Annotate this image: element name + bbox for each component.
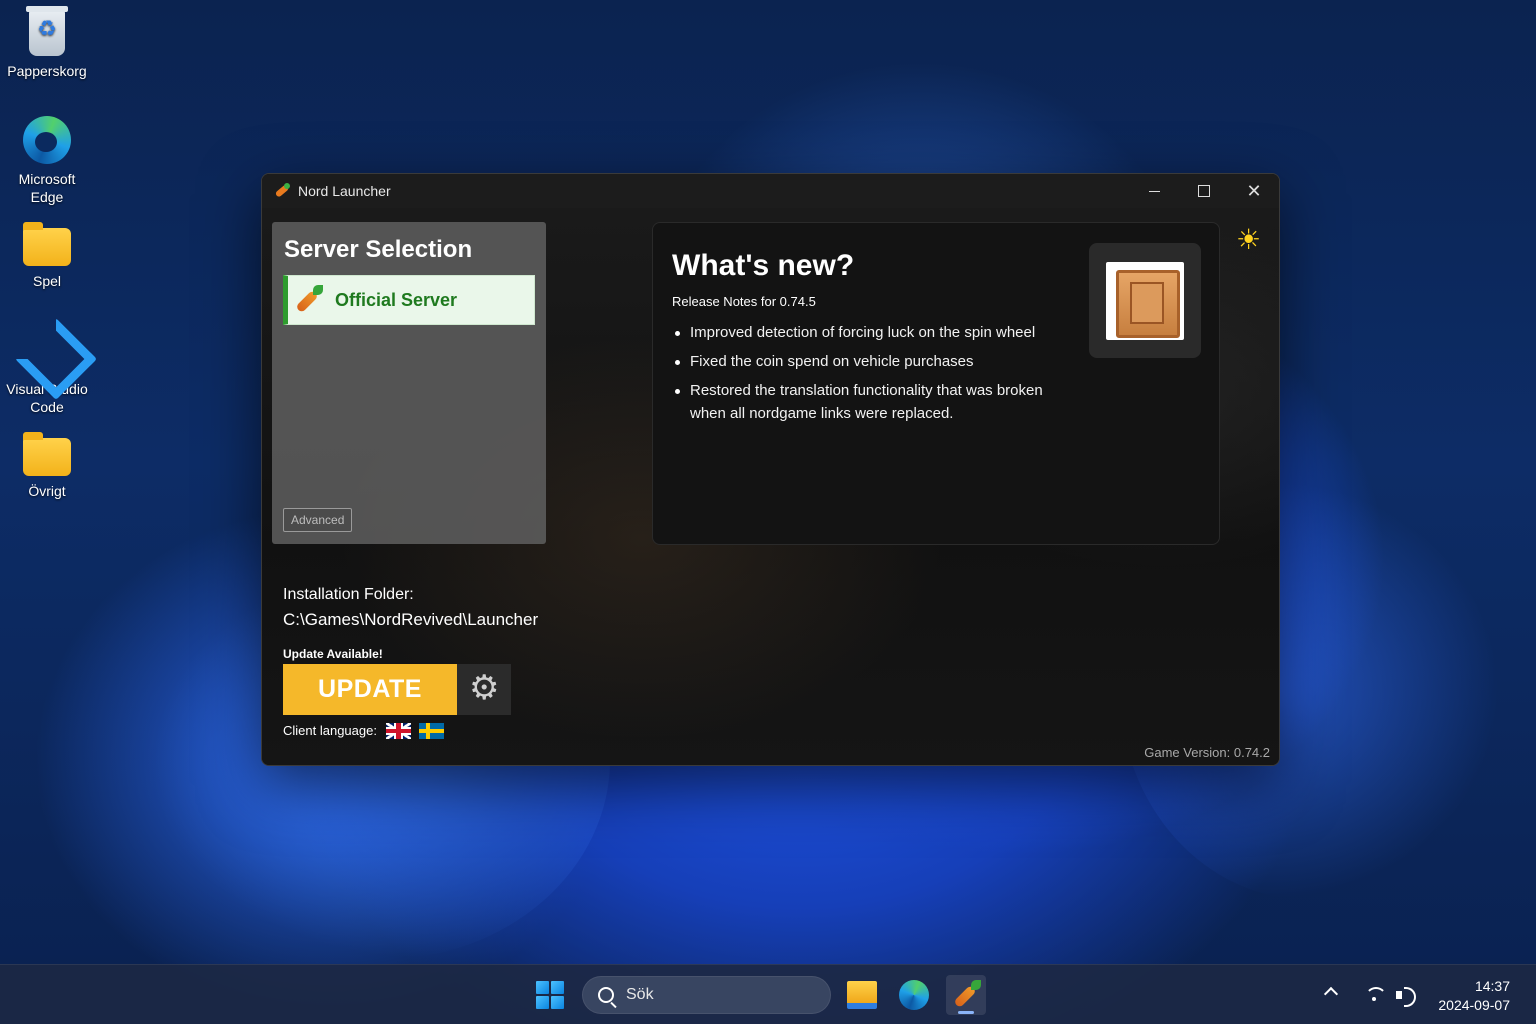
desktop-icon-label: Övrigt <box>28 483 66 499</box>
folder-icon <box>23 222 71 266</box>
server-item-official[interactable]: Official Server <box>283 275 535 325</box>
carrot-icon <box>293 285 323 315</box>
windows-logo-icon <box>536 981 549 994</box>
game-version: Game Version: 0.74.2 <box>1144 745 1270 760</box>
desktop-icon-label: Microsoft Edge <box>18 171 76 205</box>
folder-icon <box>23 432 71 476</box>
vscode-icon <box>23 326 71 374</box>
crate-icon <box>1106 261 1184 340</box>
update-status: Update Available! <box>283 647 383 661</box>
update-button[interactable]: UPDATE <box>283 664 457 715</box>
edge-icon <box>23 116 71 164</box>
news-title: What's new? <box>672 249 855 282</box>
clock-time: 14:37 <box>1474 978 1510 994</box>
taskbar-clock[interactable]: 14:37 2024-09-07 <box>1438 977 1510 1015</box>
release-notes-list: Improved detection of forcing luck on th… <box>672 321 1072 431</box>
close-icon: ✕ <box>1246 180 1262 201</box>
title-bar[interactable]: Nord Launcher ✕ <box>262 174 1279 208</box>
desktop-icon-recycle-bin[interactable]: Papperskorg <box>6 6 88 80</box>
desktop-icon-label: Spel <box>32 273 62 289</box>
clock-date: 2024-09-07 <box>1438 997 1510 1013</box>
windows-logo-icon <box>551 996 564 1009</box>
advanced-button[interactable]: Advanced <box>283 508 353 532</box>
sun-icon[interactable] <box>1236 226 1264 256</box>
settings-button[interactable] <box>457 664 511 715</box>
window-title: Nord Launcher <box>298 183 391 199</box>
chevron-up-icon[interactable] <box>1323 986 1339 1002</box>
close-button[interactable]: ✕ <box>1229 174 1279 208</box>
window-controls: ✕ <box>1129 174 1279 208</box>
desktop-icon-label: Papperskorg <box>7 63 87 79</box>
desktop-icon-vscode[interactable]: Visual Studio Code <box>6 326 88 416</box>
carrot-icon <box>951 980 981 1010</box>
install-folder-path: C:\Games\NordRevived\Launcher <box>283 610 539 629</box>
taskbar: Sök 14:37 2024-09-07 <box>0 964 1536 1024</box>
search-placeholder: Sök <box>626 986 654 1003</box>
start-button[interactable] <box>536 981 564 1009</box>
volume-icon[interactable] <box>1395 985 1417 1007</box>
uk-flag-icon[interactable] <box>386 723 411 739</box>
whats-new-panel: What's new? Release Notes for 0.74.5 Imp… <box>652 222 1220 545</box>
client-language-label: Client language: <box>283 723 377 738</box>
minimize-button[interactable] <box>1129 174 1179 208</box>
server-selection-title: Server Selection <box>284 236 473 263</box>
server-name: Official Server <box>335 289 458 310</box>
install-folder-label: Installation Folder: <box>283 586 414 603</box>
maximize-button[interactable] <box>1179 174 1229 208</box>
taskbar-edge[interactable] <box>894 975 934 1015</box>
taskbar-search[interactable]: Sök <box>582 976 831 1014</box>
gear-icon <box>469 671 499 705</box>
news-image <box>1089 243 1201 358</box>
wifi-icon[interactable] <box>1363 985 1387 1005</box>
desktop-icon-ovrigt[interactable]: Övrigt <box>6 432 88 500</box>
windows-logo-icon <box>551 981 564 994</box>
desktop-icon-spel[interactable]: Spel <box>6 222 88 290</box>
windows-logo-icon <box>536 996 549 1009</box>
server-selection-panel: Server Selection Official Server Advance… <box>272 222 546 544</box>
desktop-icon-edge[interactable]: Microsoft Edge <box>6 116 88 206</box>
sweden-flag-icon[interactable] <box>419 723 444 739</box>
taskbar-nord-launcher[interactable] <box>946 975 986 1015</box>
list-item: Fixed the coin spend on vehicle purchase… <box>672 350 1072 373</box>
launcher-window: Nord Launcher ✕ Server Selection Officia… <box>261 173 1280 766</box>
release-notes-subtitle: Release Notes for 0.74.5 <box>672 294 816 309</box>
carrot-app-icon <box>274 183 290 199</box>
list-item: Restored the translation functionality t… <box>672 379 1072 425</box>
list-item: Improved detection of forcing luck on th… <box>672 321 1072 344</box>
search-icon <box>598 987 614 1003</box>
recycle-bin-icon <box>26 6 68 56</box>
taskbar-file-explorer[interactable] <box>842 975 882 1015</box>
